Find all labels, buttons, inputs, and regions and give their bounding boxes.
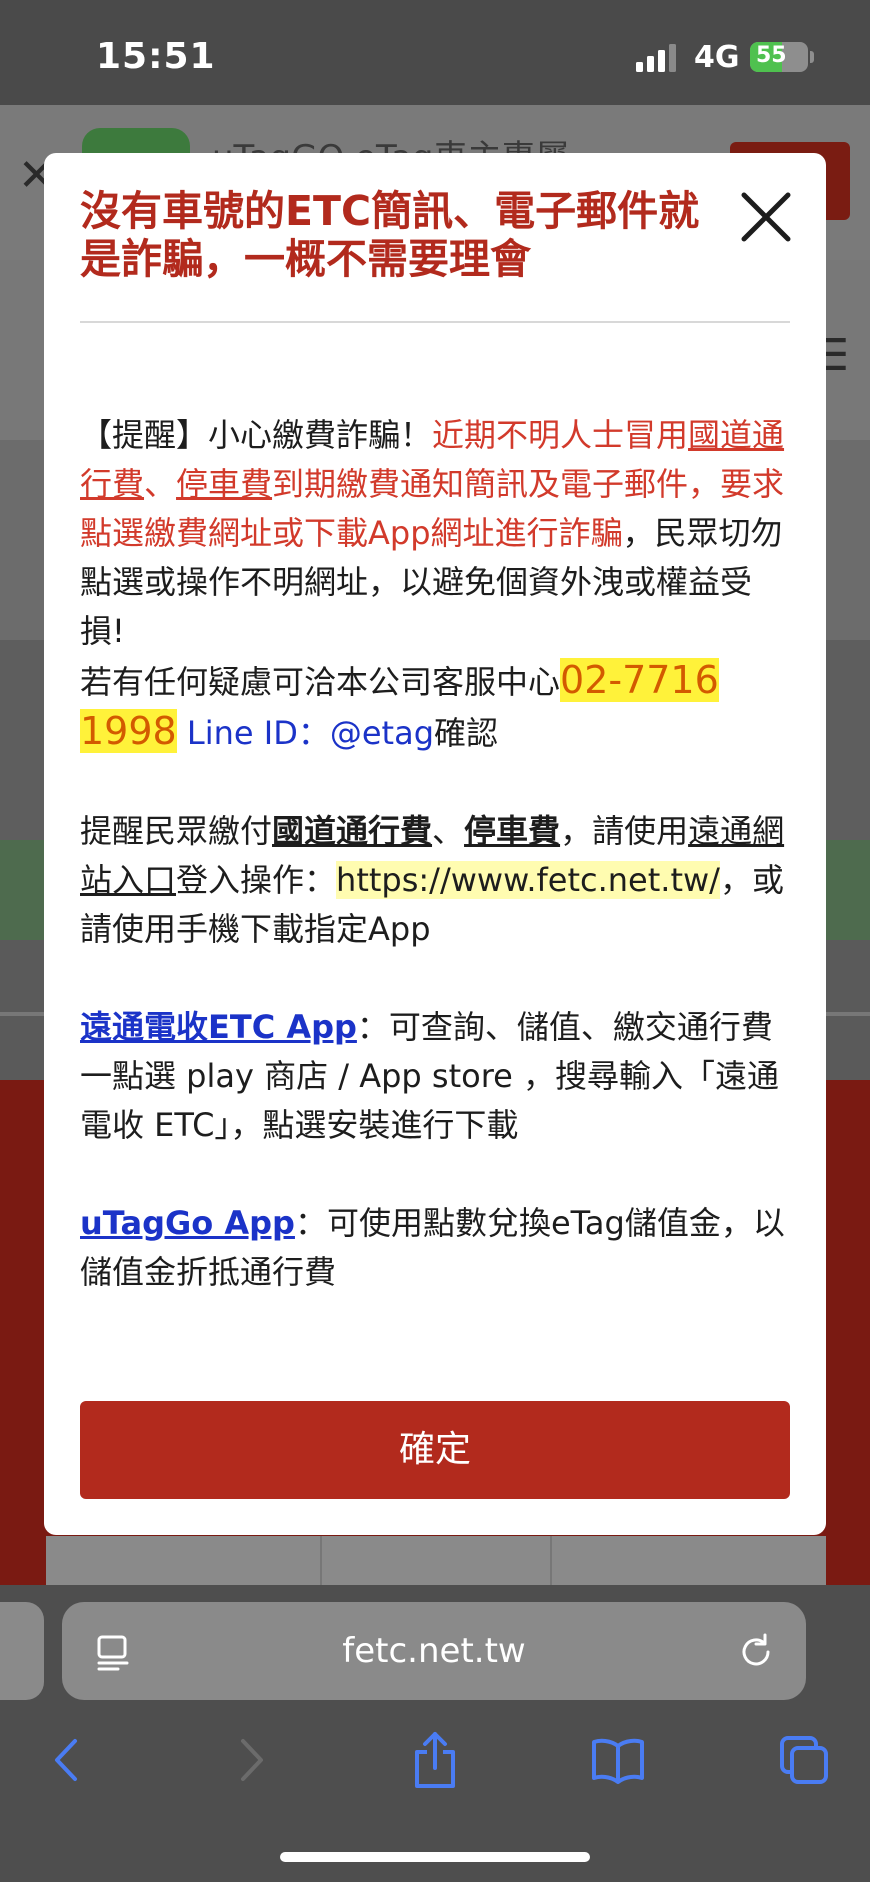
modal-divider	[80, 321, 790, 323]
fetc-url-link[interactable]: https://www.fetc.net.tw/	[336, 861, 720, 899]
modal-body: 【提醒】小心繳費詐騙！近期不明人士冒用國道通行費、停車費到期繳費通知簡訊及電子郵…	[80, 411, 792, 1297]
toll-fee-text: 國道通行費	[272, 812, 433, 850]
tabs-button[interactable]	[764, 1720, 844, 1800]
browser-nav-toolbar	[0, 1720, 870, 1800]
parking-fee-text: 停車費	[464, 812, 561, 850]
chevron-right-icon	[241, 1739, 263, 1781]
contact-paragraph: 若有任何疑慮可洽本公司客服中心02-7716 1998 Line ID：@eta…	[80, 656, 792, 758]
separator: 、	[432, 812, 465, 850]
forward-button[interactable]	[212, 1720, 292, 1800]
tabs-icon	[780, 1736, 828, 1784]
address-bar[interactable]: fetc.net.tw	[62, 1602, 806, 1700]
payment-prefix: 提醒民眾繳付	[80, 812, 273, 850]
battery-percent: 55	[756, 43, 787, 68]
payment-paragraph: 提醒民眾繳付國道通行費、停車費，請使用遠通網站入口登入操作：https://ww…	[80, 807, 792, 954]
warning-prefix: 【提醒】小心繳費詐騙！	[80, 416, 433, 454]
home-indicator	[280, 1852, 590, 1862]
etc-app-link[interactable]: 遠通電收ETC App	[80, 1008, 357, 1046]
battery-icon: 55	[750, 42, 808, 72]
close-icon[interactable]	[736, 187, 796, 247]
etc-app-instructions: 一點選 play 商店 / App store ，搜尋輸入「遠通電收 ETC」，…	[80, 1057, 780, 1144]
scam-warning-paragraph: 【提醒】小心繳費詐騙！近期不明人士冒用國道通行費、停車費到期繳費通知簡訊及電子郵…	[80, 411, 792, 656]
utaggo-app-link[interactable]: uTagGo App	[80, 1204, 295, 1242]
confirm-button[interactable]: 確定	[80, 1401, 790, 1499]
etc-app-desc: ：可查詢、儲值、繳交通行費	[356, 1008, 773, 1046]
separator: 、	[144, 465, 177, 503]
network-type: 4G	[694, 40, 740, 75]
contact-prefix: 若有任何疑慮可洽本公司客服中心	[80, 663, 561, 701]
chevron-left-icon	[55, 1739, 77, 1781]
parking-fee-link[interactable]: 停車費	[176, 465, 272, 503]
reload-icon[interactable]	[736, 1632, 776, 1672]
back-button[interactable]	[26, 1720, 106, 1800]
book-icon	[592, 1738, 644, 1784]
battery-tip	[810, 51, 814, 63]
warning-red-text: 近期不明人士冒用	[432, 416, 689, 454]
share-button[interactable]	[395, 1720, 475, 1800]
utaggo-paragraph: uTagGo App：可使用點數兌換eTag儲值金，以儲值金折抵通行費	[80, 1199, 792, 1297]
share-icon	[415, 1732, 455, 1788]
login-text: 登入操作：	[176, 861, 337, 899]
modal-title: 沒有車號的ETC簡訊、電子郵件就是詐騙，一概不需要理會	[80, 187, 700, 283]
payment-mid: ，請使用	[560, 812, 689, 850]
url-text[interactable]: fetc.net.tw	[62, 1602, 806, 1700]
contact-suffix: 確認	[434, 714, 499, 752]
status-time: 15:51	[96, 36, 216, 77]
scam-warning-modal: 沒有車號的ETC簡訊、電子郵件就是詐騙，一概不需要理會 【提醒】小心繳費詐騙！近…	[44, 153, 826, 1535]
line-id-label: Line ID：	[176, 714, 330, 752]
bookmarks-button[interactable]	[578, 1720, 658, 1800]
status-bar: 15:51 4G 55	[0, 0, 870, 105]
line-id-link[interactable]: @etag	[330, 714, 434, 752]
cellular-signal-icon	[636, 44, 676, 72]
previous-tab-peek[interactable]	[0, 1602, 44, 1700]
etc-app-paragraph: 遠通電收ETC App：可查詢、儲值、繳交通行費	[80, 1003, 792, 1052]
